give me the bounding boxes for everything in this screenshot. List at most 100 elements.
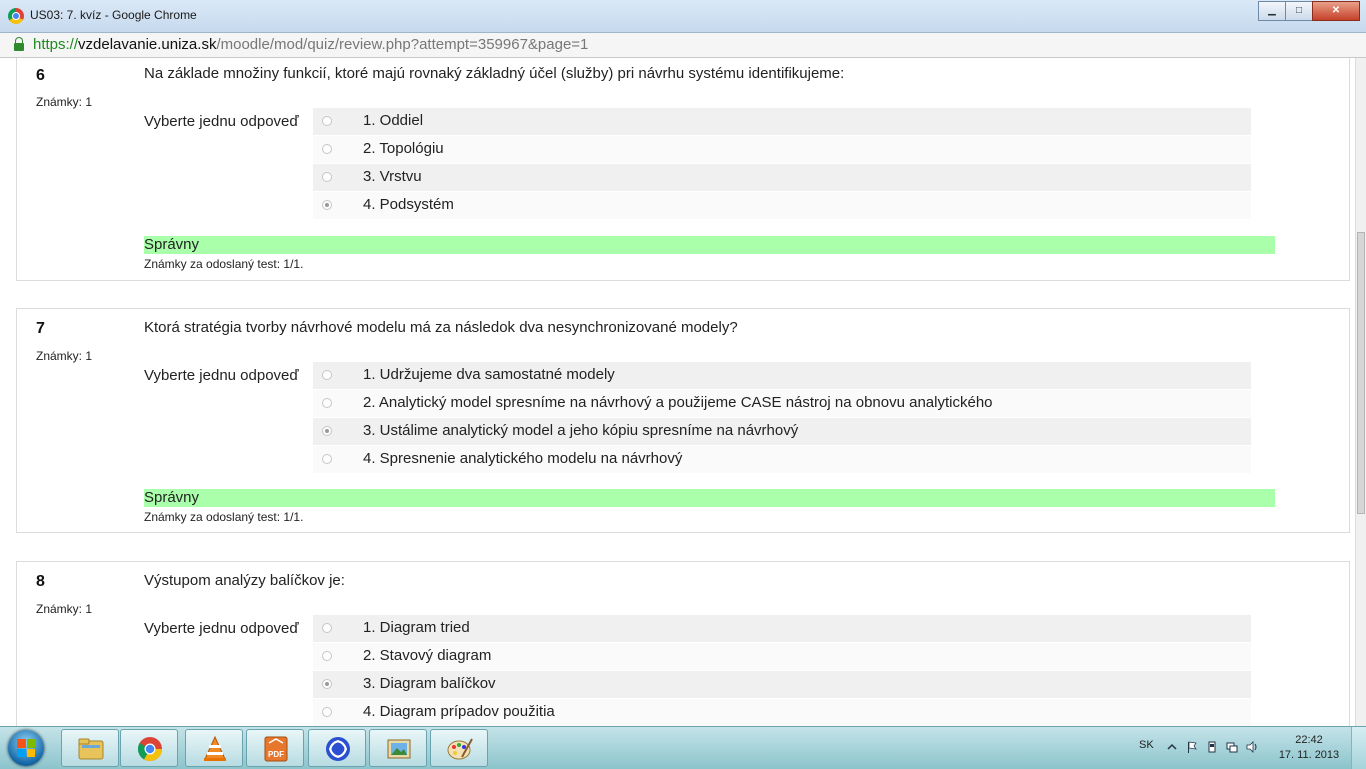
taskbar-vlc[interactable] <box>185 729 243 767</box>
taskbar-image-viewer[interactable] <box>369 729 427 767</box>
action-center-flag-icon[interactable] <box>1186 741 1198 753</box>
question-text: Na základe množiny funkcií, ktoré majú r… <box>144 65 845 82</box>
minimize-button[interactable]: ▁ <box>1258 1 1286 21</box>
question-number: 7 <box>36 320 45 337</box>
radio-button[interactable] <box>322 623 332 633</box>
paint-icon <box>447 738 473 760</box>
answer-option[interactable]: 2. Analytický model spresníme na návrhov… <box>313 390 1251 417</box>
question-8: 8 Známky: 1 Výstupom analýzy balíčkov je… <box>16 561 1350 726</box>
question-6: 6 Známky: 1 Na základe množiny funkcií, … <box>16 58 1350 281</box>
page-content: 6 Známky: 1 Na základe množiny funkcií, … <box>0 58 1356 726</box>
clock-date: 17. 11. 2013 <box>1278 749 1340 761</box>
app-icon <box>326 737 350 761</box>
answer-label: 1. Oddiel <box>363 112 424 129</box>
language-indicator[interactable]: SK <box>1139 739 1154 751</box>
image-viewer-icon <box>387 739 411 759</box>
url-field[interactable]: https://vzdelavanie.uniza.sk/moodle/mod/… <box>33 36 588 53</box>
chrome-icon <box>137 737 162 762</box>
system-tray: SK 22:42 17. 11. 2013 <box>1126 727 1366 769</box>
question-text: Ktorá stratégia tvorby návrhové modelu m… <box>144 319 738 336</box>
svg-text:PDF: PDF <box>268 750 284 759</box>
grade-feedback: Známky za odoslaný test: 1/1. <box>144 257 304 271</box>
radio-button[interactable] <box>322 707 332 717</box>
url-host: vzdelavanie.uniza.sk <box>78 36 217 53</box>
answer-label: 1. Diagram tried <box>363 619 470 636</box>
window-title: US03: 7. kvíz - Google Chrome <box>30 8 197 22</box>
radio-button[interactable] <box>322 651 332 661</box>
show-hidden-icons-icon[interactable] <box>1166 741 1178 753</box>
answer-prompt: Vyberte jednu odpoveď <box>144 367 299 384</box>
question-7: 7 Známky: 1 Ktorá stratégia tvorby návrh… <box>16 308 1350 533</box>
grade-feedback: Známky za odoslaný test: 1/1. <box>144 510 304 524</box>
taskbar: PDF SK 22:42 17. 11. 2013 <box>0 726 1366 769</box>
taskbar-paint[interactable] <box>430 729 488 767</box>
clock[interactable]: 22:42 17. 11. 2013 <box>1274 733 1344 763</box>
answer-prompt: Vyberte jednu odpoveď <box>144 113 299 130</box>
feedback-correct: Správny <box>144 236 1275 254</box>
radio-button-selected[interactable] <box>322 679 332 689</box>
url-path: /moodle/mod/quiz/review.php?attempt=3599… <box>216 36 589 53</box>
chrome-logo-icon <box>8 8 24 24</box>
answer-option[interactable]: 4. Diagram prípadov použitia <box>313 699 1251 726</box>
start-button[interactable] <box>2 728 50 768</box>
taskbar-chrome[interactable] <box>120 729 178 767</box>
answer-option[interactable]: 1. Diagram tried <box>313 615 1251 642</box>
answer-prompt: Vyberte jednu odpoveď <box>144 620 299 637</box>
taskbar-pdf[interactable]: PDF <box>246 729 304 767</box>
answer-label: 3. Ustálime analytický model a jeho kópi… <box>363 422 799 439</box>
radio-button-selected[interactable] <box>322 200 332 210</box>
radio-button-selected[interactable] <box>322 426 332 436</box>
answer-option[interactable]: 4. Spresnenie analytického modelu na náv… <box>313 446 1251 473</box>
answer-label: 3. Diagram balíčkov <box>363 675 496 692</box>
answer-option[interactable]: 3. Vrstvu <box>313 164 1251 191</box>
answer-label: 4. Spresnenie analytického modelu na náv… <box>363 450 683 467</box>
question-grade: Známky: 1 <box>36 95 93 109</box>
radio-button[interactable] <box>322 398 332 408</box>
taskbar-app[interactable] <box>308 729 366 767</box>
usb-device-icon[interactable] <box>1206 741 1218 753</box>
answer-option[interactable]: 4. Podsystém <box>313 192 1251 219</box>
radio-button[interactable] <box>322 454 332 464</box>
question-number: 8 <box>36 573 45 590</box>
scrollbar-thumb[interactable] <box>1357 232 1365 514</box>
radio-button[interactable] <box>322 116 332 126</box>
answer-label: 4. Diagram prípadov použitia <box>363 703 555 720</box>
feedback-correct: Správny <box>144 489 1275 507</box>
show-desktop-button[interactable] <box>1351 727 1366 769</box>
answer-option[interactable]: 2. Stavový diagram <box>313 643 1251 670</box>
window-controls: ▁ □ ✕ <box>1258 1 1360 21</box>
radio-button[interactable] <box>322 370 332 380</box>
question-number: 6 <box>36 67 45 84</box>
lock-icon <box>14 37 24 51</box>
answer-label: 4. Podsystém <box>363 196 454 213</box>
answer-option[interactable]: 1. Oddiel <box>313 108 1251 135</box>
maximize-button[interactable]: □ <box>1285 1 1313 21</box>
clock-time: 22:42 <box>1295 734 1323 746</box>
radio-button[interactable] <box>322 144 332 154</box>
volume-icon[interactable] <box>1246 741 1258 753</box>
answer-label: 2. Stavový diagram <box>363 647 492 664</box>
answer-option[interactable]: 2. Topológiu <box>313 136 1251 163</box>
network-icon[interactable] <box>1226 741 1238 753</box>
answer-label: 2. Topológiu <box>363 140 444 157</box>
radio-button[interactable] <box>322 172 332 182</box>
answer-label: 2. Analytický model spresníme na návrhov… <box>363 394 993 411</box>
question-grade: Známky: 1 <box>36 602 93 616</box>
answer-option[interactable]: 1. Udržujeme dva samostatné modely <box>313 362 1251 389</box>
windows-logo-icon <box>17 739 35 757</box>
pdf-icon: PDF <box>264 736 288 762</box>
vlc-icon <box>204 735 226 761</box>
question-grade: Známky: 1 <box>36 349 93 363</box>
url-scheme: https:// <box>33 36 79 53</box>
vertical-scrollbar[interactable] <box>1355 58 1366 726</box>
file-explorer-icon <box>78 738 104 760</box>
taskbar-file-explorer[interactable] <box>61 729 119 767</box>
answer-label: 1. Udržujeme dva samostatné modely <box>363 366 615 383</box>
question-text: Výstupom analýzy balíčkov je: <box>144 572 345 589</box>
address-bar[interactable]: https://vzdelavanie.uniza.sk/moodle/mod/… <box>0 33 1366 58</box>
window-title-bar[interactable]: US03: 7. kvíz - Google Chrome ▁ □ ✕ <box>0 0 1366 33</box>
answer-option[interactable]: 3. Ustálime analytický model a jeho kópi… <box>313 418 1251 445</box>
answer-label: 3. Vrstvu <box>363 168 422 185</box>
answer-option[interactable]: 3. Diagram balíčkov <box>313 671 1251 698</box>
close-button[interactable]: ✕ <box>1312 1 1360 21</box>
